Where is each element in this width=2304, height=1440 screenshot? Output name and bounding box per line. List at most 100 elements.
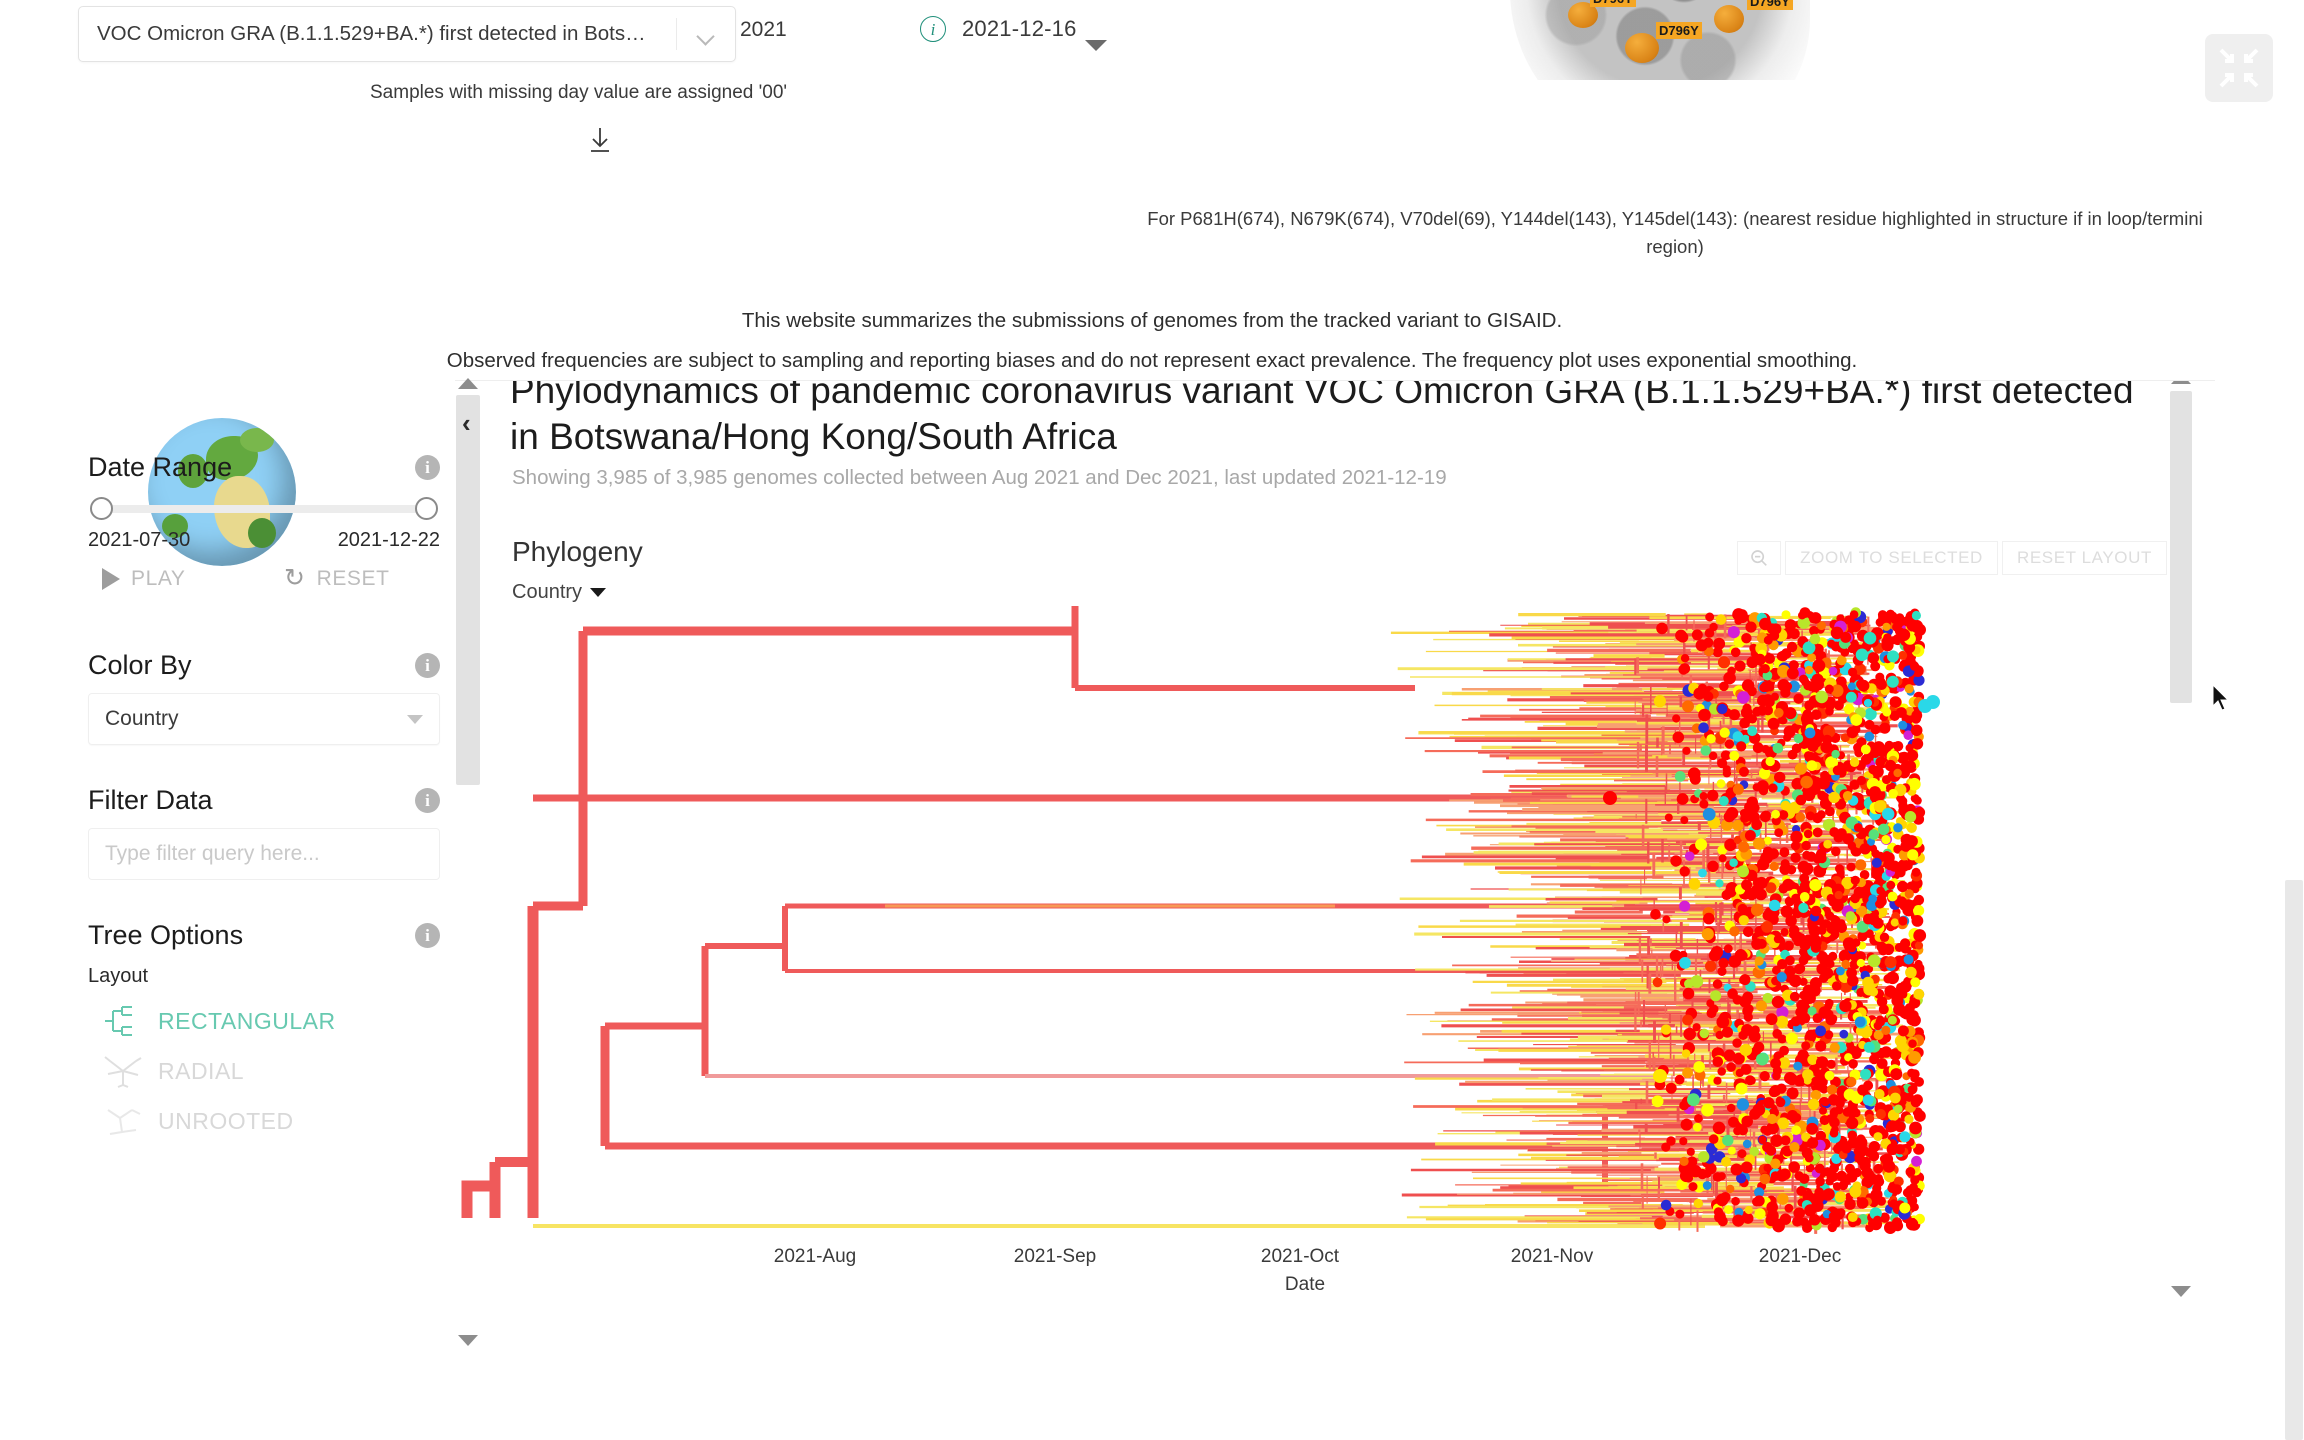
tree-tip-node[interactable] (1730, 1163, 1743, 1176)
tree-tip-node[interactable] (1779, 863, 1791, 875)
tree-tip-node[interactable] (1873, 1132, 1883, 1142)
tree-tip-node[interactable] (1695, 838, 1708, 851)
tree-tip-node[interactable] (1679, 1156, 1689, 1166)
tree-tip-node[interactable] (1778, 810, 1789, 820)
tree-tip-node[interactable] (1876, 679, 1887, 690)
tree-tip-node[interactable] (1810, 1089, 1822, 1101)
tree-tip-node[interactable] (1794, 762, 1807, 775)
tree-tip-node[interactable] (1883, 633, 1892, 642)
tree-tip-node[interactable] (1742, 1139, 1752, 1149)
tree-tip-node[interactable] (1893, 768, 1902, 778)
tree-tip-node[interactable] (1860, 754, 1872, 765)
tree-tip-node[interactable] (1775, 1097, 1786, 1108)
tree-tip-node[interactable] (1672, 714, 1681, 723)
tree-tip-node[interactable] (1909, 1121, 1922, 1135)
tree-tip-node[interactable] (1757, 705, 1768, 716)
tree-tip-node[interactable] (1747, 1076, 1756, 1085)
tree-tip-node[interactable] (1872, 744, 1885, 756)
tree-tip-node[interactable] (1846, 726, 1859, 739)
tree-tip-node[interactable] (1908, 1051, 1921, 1064)
tree-tip-node[interactable] (1905, 1218, 1919, 1231)
tree-tip-node[interactable] (1911, 610, 1921, 621)
tree-tip-node[interactable] (1712, 979, 1723, 989)
tree-tip-node[interactable] (1718, 796, 1729, 806)
tree-tip-node[interactable] (1886, 675, 1899, 688)
tree-tip-node[interactable] (1769, 1085, 1782, 1097)
tree-tip-node[interactable] (1785, 1032, 1798, 1045)
tree-tip-node[interactable] (1882, 807, 1895, 821)
tree-tip-node[interactable] (1893, 1104, 1903, 1114)
scroll-down-arrow-icon[interactable] (2171, 1286, 2191, 1297)
tree-tip-node[interactable] (1825, 806, 1835, 817)
tree-tip-node[interactable] (1776, 972, 1787, 983)
tree-tip-node[interactable] (1742, 703, 1752, 713)
tree-tip-node[interactable] (1772, 1071, 1781, 1081)
tree-tip-node[interactable] (1795, 812, 1806, 822)
tree-tip-node[interactable] (1728, 709, 1740, 721)
tree-tip-node[interactable] (1716, 779, 1726, 788)
tree-tip-node[interactable] (1882, 707, 1892, 717)
tree-tip-node[interactable] (1846, 1117, 1859, 1130)
tree-tip-node[interactable] (1877, 823, 1890, 835)
tree-tip-node[interactable] (1888, 788, 1898, 799)
phylogeny-tree[interactable] (455, 595, 2155, 1236)
tree-tip-node[interactable] (1734, 660, 1746, 672)
tree-tip-node[interactable] (1899, 1008, 1910, 1019)
tree-tip-node[interactable] (1789, 991, 1800, 1002)
tree-tip-node[interactable] (1898, 989, 1908, 999)
tree-tip-node[interactable] (1732, 608, 1745, 621)
tree-tip-node[interactable] (1687, 1093, 1700, 1107)
tree-tip-node[interactable] (1746, 796, 1759, 808)
filter-query-input[interactable] (88, 828, 440, 880)
tree-tip-node[interactable] (1877, 907, 1888, 918)
tree-tip-node[interactable] (1729, 750, 1740, 761)
tree-tip-node[interactable] (1675, 629, 1687, 642)
tree-tip-node[interactable] (1856, 1197, 1869, 1209)
tree-tip-node[interactable] (1904, 684, 1914, 694)
tree-tip-node[interactable] (1885, 860, 1895, 871)
tree-tip-node[interactable] (1767, 1113, 1778, 1125)
tree-tip-node[interactable] (1651, 1095, 1664, 1108)
tree-tip-node[interactable] (1897, 628, 1911, 642)
tree-tip-node[interactable] (1743, 926, 1754, 938)
tree-tip-node[interactable] (1828, 666, 1838, 676)
tree-tip-node[interactable] (1797, 860, 1810, 873)
tree-tip-node[interactable] (1704, 628, 1715, 638)
tree-tip-node[interactable] (1802, 709, 1812, 720)
tree-tip-node[interactable] (1765, 756, 1775, 767)
tree-tip-node[interactable] (1910, 977, 1921, 988)
tree-tip-node[interactable] (1863, 631, 1877, 645)
tree-tip-node[interactable] (1710, 990, 1722, 1002)
tree-tip-node[interactable] (1759, 1071, 1770, 1082)
tree-tip-node[interactable] (1719, 727, 1730, 738)
date-picker[interactable]: i 2021-12-16 (920, 16, 1077, 42)
tree-tip-node[interactable] (1819, 973, 1829, 983)
tree-tip-node[interactable] (1738, 915, 1750, 926)
tree-tip-node[interactable] (1884, 956, 1897, 969)
tree-tip-node[interactable] (1713, 637, 1726, 650)
tree-tip-node[interactable] (1845, 911, 1856, 921)
tree-tip-node[interactable] (1806, 1122, 1818, 1135)
tree-tip-node[interactable] (1863, 1041, 1875, 1053)
tree-tip-node[interactable] (1862, 1094, 1874, 1106)
tree-tip-node[interactable] (1850, 875, 1860, 885)
tree-tip-node[interactable] (1914, 1110, 1926, 1122)
tree-tip-node[interactable] (1882, 1160, 1896, 1173)
tree-tip-node[interactable] (1767, 717, 1780, 730)
tree-tip-node[interactable] (1882, 622, 1891, 631)
tree-tip-node[interactable] (1867, 652, 1880, 664)
tree-tip-node[interactable] (1824, 1070, 1835, 1081)
tree-tip-node[interactable] (1804, 665, 1814, 675)
tree-tip-node[interactable] (1845, 691, 1857, 703)
tree-tip-node[interactable] (1741, 679, 1755, 692)
tree-tip-node[interactable] (1812, 812, 1823, 824)
tree-tip-node[interactable] (1800, 1217, 1809, 1227)
download-icon[interactable] (582, 124, 618, 156)
tree-tip-node[interactable] (1770, 1058, 1781, 1069)
tree-tip-node[interactable] (1763, 1097, 1775, 1109)
tree-tip-node[interactable] (1803, 829, 1813, 839)
tree-tip-node[interactable] (1899, 938, 1911, 949)
tree-tip-node[interactable] (1707, 789, 1719, 802)
info-icon[interactable]: i (415, 923, 440, 948)
tree-tip-node[interactable] (1828, 1094, 1840, 1106)
